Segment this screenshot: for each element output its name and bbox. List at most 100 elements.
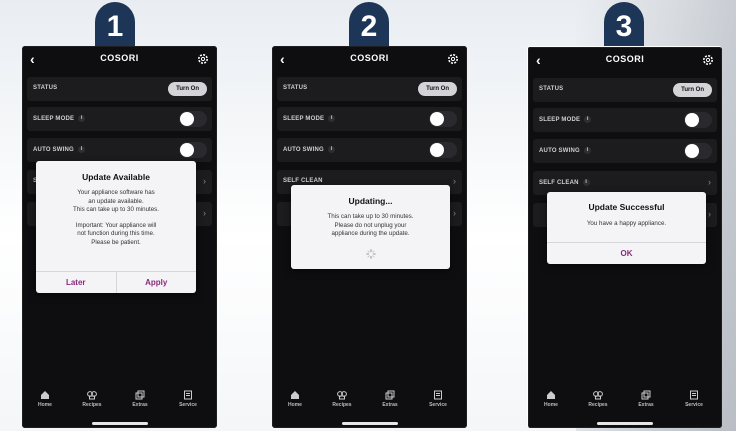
info-icon[interactable]: i <box>328 115 336 122</box>
tab-label: Extras <box>132 402 148 408</box>
home-icon <box>291 391 299 399</box>
tab-service[interactable]: Service <box>674 390 714 408</box>
auto-swing-toggle[interactable] <box>179 142 207 158</box>
tab-extras[interactable]: Extras <box>370 390 410 408</box>
home-icon <box>41 391 49 399</box>
tab-label: Home <box>544 402 558 408</box>
gear-icon[interactable] <box>196 52 210 66</box>
chevron-right-icon: › <box>453 208 456 218</box>
update-successful-dialog: Update Successful You have a happy appli… <box>547 192 706 264</box>
sleep-mode-row: SLEEP MODE i <box>533 108 717 132</box>
sleep-mode-label: SLEEP MODE <box>33 116 75 123</box>
status-label: STATUS <box>539 86 564 92</box>
step-badge-1: 1 <box>95 2 135 46</box>
auto-swing-label: AUTO SWING <box>539 148 580 155</box>
phone-screen-step-1: ‹ COSORI STATUS Turn On SLEEP MODE i AUTO… <box>22 46 217 428</box>
tab-recipes[interactable]: Recipes <box>578 390 618 408</box>
chevron-right-icon: › <box>203 208 206 218</box>
top-bar: ‹ COSORI <box>22 50 217 70</box>
dialog-text: Your appliance software has <box>77 189 155 196</box>
extras-icon <box>641 390 651 400</box>
tab-home[interactable]: Home <box>531 390 571 408</box>
info-icon[interactable]: i <box>78 115 86 122</box>
update-available-dialog: Update Available Your appliance software… <box>36 161 196 293</box>
chef-hat-icon <box>337 391 347 400</box>
tab-recipes[interactable]: Recipes <box>322 390 362 408</box>
top-bar: ‹ COSORI <box>528 51 722 71</box>
tab-service[interactable]: Service <box>168 390 208 408</box>
sleep-mode-row: SLEEP MODE i <box>277 107 462 131</box>
gear-icon[interactable] <box>701 53 715 67</box>
dialog-text: an update available. <box>88 197 144 205</box>
tab-extras[interactable]: Extras <box>626 390 666 408</box>
tab-label: Service <box>179 402 197 408</box>
self-clean-label: SELF CLEAN <box>539 180 579 187</box>
chevron-right-icon: › <box>203 176 206 186</box>
tab-service[interactable]: Service <box>418 390 458 408</box>
auto-swing-label: AUTO SWING <box>33 147 74 154</box>
tab-home[interactable]: Home <box>275 390 315 408</box>
tab-extras[interactable]: Extras <box>120 390 160 408</box>
tab-label: Recipes <box>332 402 352 408</box>
brand-logo: COSORI <box>605 54 645 64</box>
apply-button[interactable]: Apply <box>115 272 197 293</box>
chef-hat-icon <box>87 391 97 400</box>
home-indicator <box>597 422 653 425</box>
status-row: STATUS Turn On <box>27 77 212 101</box>
gear-icon[interactable] <box>446 52 460 66</box>
extras-icon <box>135 390 145 400</box>
turn-on-button[interactable]: Turn On <box>418 82 457 96</box>
auto-swing-toggle[interactable] <box>429 142 457 158</box>
back-icon[interactable]: ‹ <box>30 51 35 67</box>
sleep-mode-toggle[interactable] <box>684 112 712 128</box>
tab-label: Extras <box>638 402 654 408</box>
back-icon[interactable]: ‹ <box>536 52 541 68</box>
tab-home[interactable]: Home <box>25 390 65 408</box>
back-icon[interactable]: ‹ <box>280 51 285 67</box>
dialog-note: not function during this time. <box>77 230 155 237</box>
tab-recipes[interactable]: Recipes <box>72 390 112 408</box>
info-icon[interactable]: i <box>584 116 592 123</box>
sleep-mode-row: SLEEP MODE i <box>27 107 212 131</box>
tab-label: Service <box>429 402 447 408</box>
dialog-title: Updating... <box>348 196 393 206</box>
bottom-tab-bar: Home Recipes Extras Service <box>22 390 217 416</box>
turn-on-button[interactable]: Turn On <box>168 82 207 96</box>
info-icon[interactable]: i <box>327 146 335 153</box>
auto-swing-row: AUTO SWING i <box>27 138 212 162</box>
turn-on-button[interactable]: Turn On <box>673 83 712 97</box>
chevron-right-icon: › <box>708 177 711 187</box>
dialog-text: This can take up to 30 minutes. <box>73 206 159 213</box>
tab-label: Recipes <box>588 402 608 408</box>
service-icon <box>690 390 698 400</box>
info-icon[interactable]: i <box>77 146 85 153</box>
info-icon[interactable]: i <box>583 147 591 154</box>
info-icon[interactable]: i <box>582 179 590 186</box>
bottom-tab-bar: Home Recipes Extras Service <box>528 390 722 416</box>
dialog-title: Update Available <box>82 172 150 182</box>
dialog-text: You have a happy appliance. <box>586 220 667 227</box>
tab-label: Recipes <box>82 402 102 408</box>
service-icon <box>184 390 192 400</box>
status-row: STATUS Turn On <box>277 77 462 101</box>
phone-screen-step-3: ‹ COSORI STATUS Turn On SLEEP MODE i AUTO… <box>527 46 722 428</box>
dialog-note: Please be patient. <box>91 238 141 246</box>
extras-icon <box>385 390 395 400</box>
step-number: 3 <box>616 10 633 43</box>
step-number: 2 <box>361 10 378 43</box>
brand-logo: COSORI <box>100 53 139 63</box>
updating-dialog: Updating... This can take up to 30 minut… <box>291 185 450 269</box>
later-button[interactable]: Later <box>36 272 116 293</box>
ok-button[interactable]: OK <box>547 243 706 264</box>
sleep-mode-toggle[interactable] <box>179 111 207 127</box>
sleep-mode-label: SLEEP MODE <box>539 117 581 124</box>
self-clean-label: SELF CLEAN <box>283 178 323 184</box>
sleep-mode-toggle[interactable] <box>429 111 457 127</box>
auto-swing-toggle[interactable] <box>684 143 712 159</box>
tab-label: Service <box>685 402 703 408</box>
status-label: STATUS <box>283 85 308 91</box>
dialog-note: Important: Your appliance will <box>75 221 157 229</box>
auto-swing-row: AUTO SWING i <box>533 139 717 163</box>
dialog-text: This can take up to 30 minutes. <box>327 213 414 220</box>
chevron-right-icon: › <box>453 176 456 186</box>
